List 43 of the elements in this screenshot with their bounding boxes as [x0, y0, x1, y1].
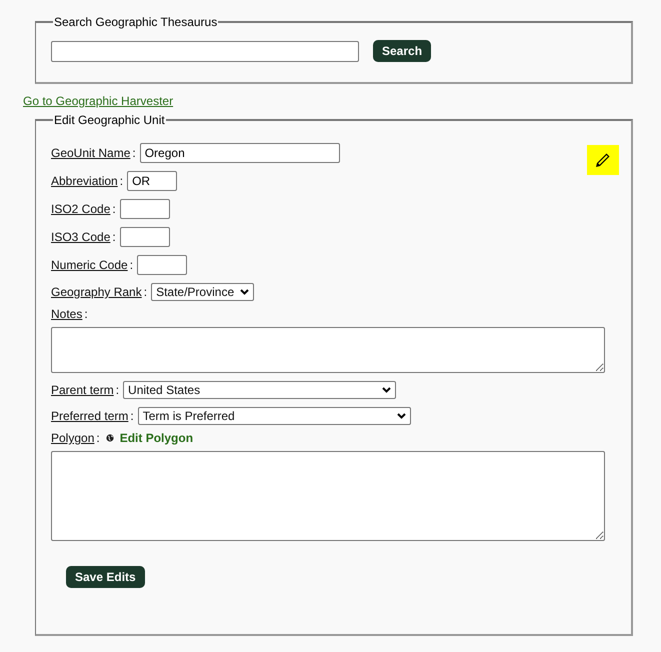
text-field[interactable]	[137, 255, 188, 275]
globe-icon	[106, 434, 114, 442]
field-label: GeoUnit Name	[51, 146, 130, 160]
chevron-down-icon	[396, 413, 406, 419]
field-label: Abbreviation	[51, 174, 118, 188]
field-label: Numeric Code	[51, 258, 128, 272]
text-field[interactable]: OR	[127, 171, 178, 191]
colon: :	[130, 258, 134, 272]
text-field[interactable]: Oregon	[140, 143, 340, 163]
notes-field[interactable]	[51, 327, 605, 373]
polygon-field[interactable]	[51, 451, 605, 541]
field-label: Preferred term	[51, 409, 128, 423]
select-field[interactable]: Term is Preferred	[138, 407, 411, 425]
pencil-icon	[595, 152, 611, 168]
edit-button[interactable]	[587, 145, 619, 175]
save-edits-button[interactable]: Save Edits	[66, 566, 145, 588]
colon: :	[130, 409, 134, 423]
colon: :	[120, 174, 124, 188]
field-label: Polygon	[51, 431, 94, 445]
colon: :	[132, 146, 136, 160]
chevron-down-icon	[382, 387, 392, 393]
panel-title: Edit Geographic Unit	[53, 113, 166, 127]
chevron-down-icon	[240, 289, 250, 295]
colon: :	[112, 202, 116, 216]
field-label: ISO2 Code	[51, 202, 110, 216]
search-field[interactable]	[51, 40, 359, 62]
select-field[interactable]: State/Province	[151, 283, 254, 301]
text-field[interactable]	[120, 227, 170, 247]
field-label: Parent term	[51, 383, 114, 397]
field-label: ISO3 Code	[51, 230, 110, 244]
colon: :	[116, 383, 120, 397]
colon: :	[96, 431, 100, 445]
harvester-link[interactable]: Go to Geographic Harvester	[23, 94, 174, 108]
field-label: Geography Rank	[51, 285, 142, 299]
search-button[interactable]: Search	[373, 40, 432, 62]
field-label: Notes	[51, 307, 82, 321]
colon: :	[144, 285, 148, 299]
edit-polygon-link[interactable]: Edit Polygon	[120, 431, 194, 445]
colon: :	[84, 307, 88, 321]
text-field[interactable]	[120, 199, 170, 219]
colon: :	[112, 230, 116, 244]
panel-title: Search Geographic Thesaurus	[53, 15, 218, 29]
select-field[interactable]: United States	[123, 381, 396, 399]
